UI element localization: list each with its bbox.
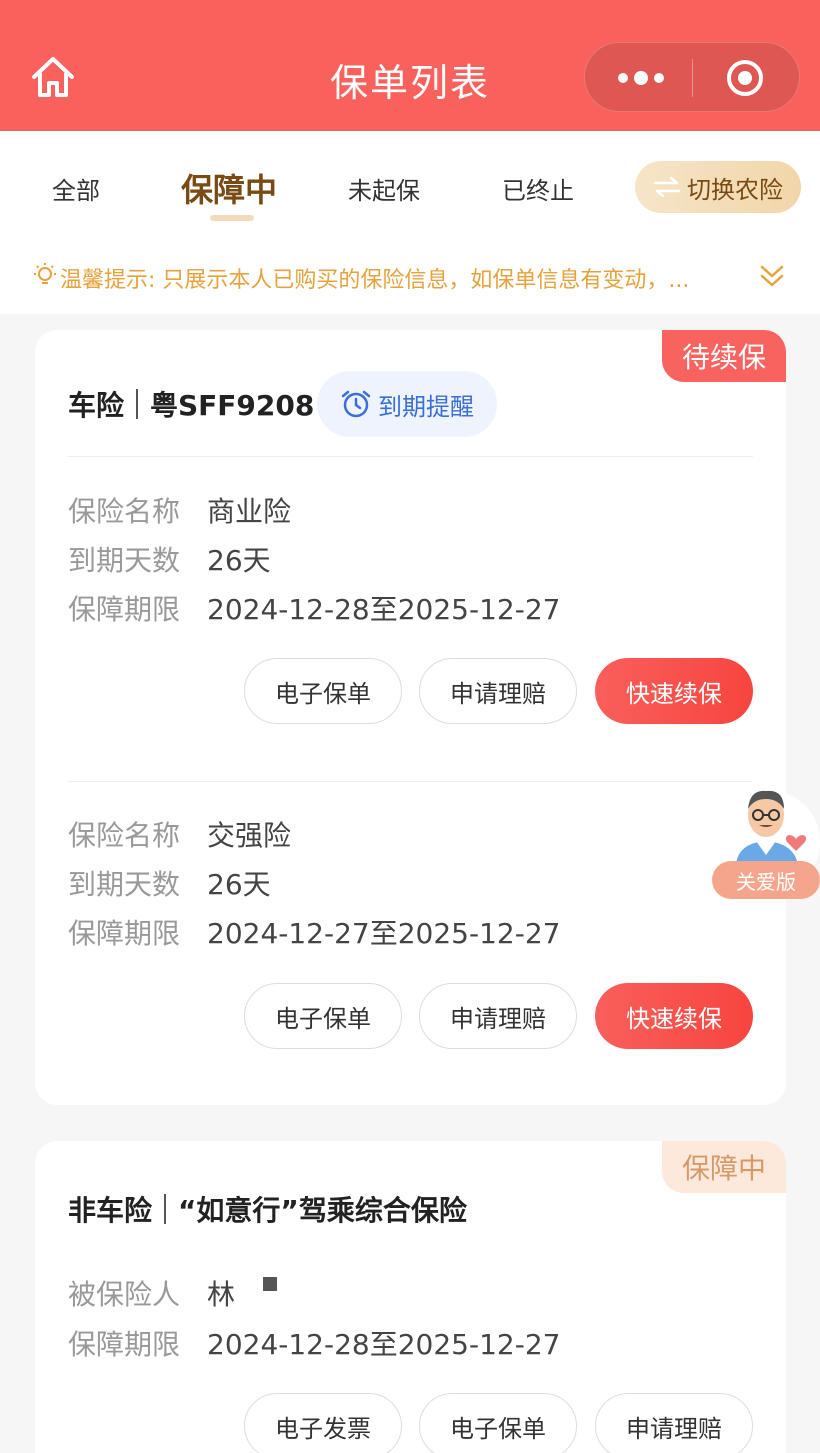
coverage-period-label: 保障期限 (68, 593, 181, 626)
e-policy-button[interactable]: 电子保单 (244, 658, 402, 724)
policy-name-value: 交强险 (207, 819, 292, 852)
coverage-period-label: 保障期限 (68, 917, 181, 950)
coverage-period-row: 保障期限 2024-12-28至2025-12-27 (68, 1323, 560, 1363)
plate-number: 粤SFF9208 (150, 389, 315, 422)
policy-name-row: 保险名称 商业险 (68, 490, 291, 530)
close-miniapp-icon[interactable] (725, 58, 765, 98)
policy-name-row: 保险名称 交强险 (68, 814, 291, 854)
title-separator (164, 1194, 167, 1224)
swap-icon (653, 176, 681, 198)
days-left-value: 26天 (207, 868, 271, 901)
claim-button[interactable]: 申请理赔 (419, 983, 577, 1049)
coverage-period-value: 2024-12-28至2025-12-27 (207, 593, 561, 626)
notice-text: 温馨提示: 只展示本人已购买的保险信息，如保单信息有变动，... (60, 268, 690, 293)
notice-bar: 温馨提示: 只展示本人已购买的保险信息，如保单信息有变动，... (0, 238, 820, 314)
days-left-value: 26天 (207, 544, 271, 577)
status-badge: 保障中 (661, 1141, 786, 1193)
card-title: 非车险 “如意行”驾乘综合保险 (68, 1189, 467, 1229)
double-chevron-down-icon[interactable] (758, 262, 786, 290)
product-name: “如意行”驾乘综合保险 (178, 1194, 467, 1227)
policy-card-auto: 待续保 车险 粤SFF9208 到期提醒 保险名称 商业险 到期天数 26天 保… (35, 330, 786, 1105)
tab-not-started[interactable]: 未起保 (348, 171, 420, 206)
coverage-period-row: 保障期限 2024-12-28至2025-12-27 (68, 588, 560, 628)
card-title: 车险 粤SFF9208 (68, 384, 314, 424)
coverage-period-value: 2024-12-28至2025-12-27 (207, 1328, 561, 1361)
claim-button[interactable]: 申请理赔 (419, 658, 577, 724)
policy-name-value: 商业险 (207, 495, 292, 528)
policy-name-label: 保险名称 (68, 495, 181, 528)
policy-name-label: 保险名称 (68, 819, 181, 852)
divider (68, 456, 753, 457)
e-policy-button[interactable]: 电子保单 (419, 1393, 577, 1453)
more-icon[interactable] (615, 69, 667, 87)
expiry-reminder-label: 到期提醒 (378, 392, 474, 421)
expiry-reminder-button[interactable]: 到期提醒 (317, 371, 497, 437)
care-mode-label: 关爱版 (712, 861, 820, 899)
coverage-period-row: 保障期限 2024-12-27至2025-12-27 (68, 912, 560, 952)
divider (68, 781, 753, 782)
days-left-label: 到期天数 (68, 868, 181, 901)
insured-value: 林 (207, 1278, 236, 1311)
days-left-label: 到期天数 (68, 544, 181, 577)
switch-agri-label: 切换农险 (687, 175, 783, 204)
coverage-period-label: 保障期限 (68, 1328, 181, 1361)
insured-label: 被保险人 (68, 1278, 181, 1311)
e-invoice-button[interactable]: 电子发票 (244, 1393, 402, 1453)
masked-name-block (263, 1277, 278, 1291)
tab-indicator (210, 215, 254, 221)
alarm-clock-icon (341, 390, 371, 418)
switch-agri-button[interactable]: 切换农险 (635, 161, 801, 213)
status-tabs: 全部 保障中 未起保 已终止 切换农险 (0, 131, 820, 238)
e-policy-button[interactable]: 电子保单 (244, 983, 402, 1049)
tab-all[interactable]: 全部 (52, 171, 100, 206)
policy-type: 非车险 (68, 1194, 153, 1227)
days-left-row: 到期天数 26天 (68, 863, 271, 903)
quick-renew-button[interactable]: 快速续保 (595, 658, 753, 724)
days-left-row: 到期天数 26天 (68, 539, 271, 579)
quick-renew-button[interactable]: 快速续保 (595, 983, 753, 1049)
policy-card-non-auto: 保障中 非车险 “如意行”驾乘综合保险 被保险人 林 保障期限 2024-12-… (35, 1141, 786, 1453)
top-bar: 保单列表 (0, 0, 820, 131)
status-badge: 待续保 (661, 330, 786, 382)
miniapp-capsule (584, 42, 800, 112)
policy-type: 车险 (68, 389, 125, 422)
tab-terminated[interactable]: 已终止 (502, 171, 574, 206)
insured-row: 被保险人 林 (68, 1273, 278, 1313)
care-mode-button[interactable]: 关爱版 (712, 783, 820, 899)
coverage-period-value: 2024-12-27至2025-12-27 (207, 917, 561, 950)
claim-button[interactable]: 申请理赔 (595, 1393, 753, 1453)
tab-active[interactable]: 保障中 (181, 165, 277, 211)
bulb-icon (34, 263, 56, 284)
elder-avatar-icon (736, 790, 807, 865)
capsule-divider (692, 59, 693, 97)
title-separator (136, 389, 139, 419)
